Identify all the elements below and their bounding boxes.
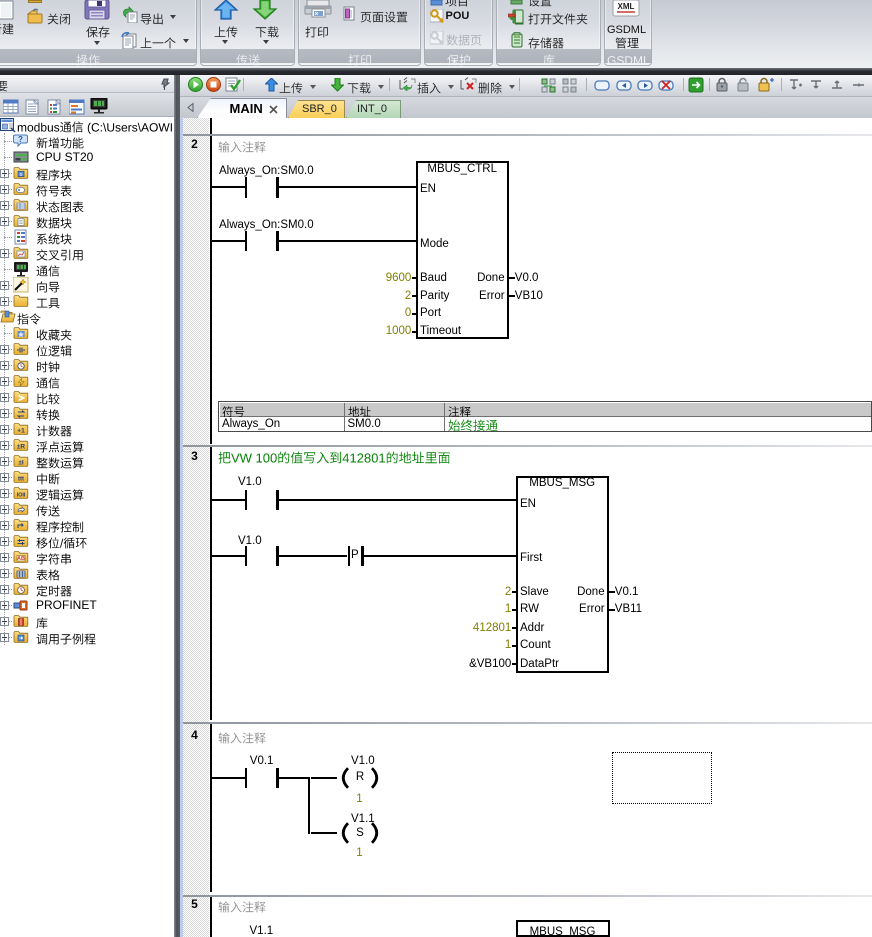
svg-text:XML: XML (618, 2, 635, 11)
svg-text:+1: +1 (17, 428, 25, 435)
svg-text:ttt: ttt (18, 477, 24, 483)
svg-text:?: ? (18, 135, 23, 144)
svg-text:IOII: IOII (17, 492, 26, 498)
svg-text:±R: ±R (17, 444, 26, 451)
svg-text:o: o (20, 172, 23, 178)
svg-text:±I: ±I (18, 460, 24, 467)
svg-text:AB: AB (17, 556, 25, 562)
